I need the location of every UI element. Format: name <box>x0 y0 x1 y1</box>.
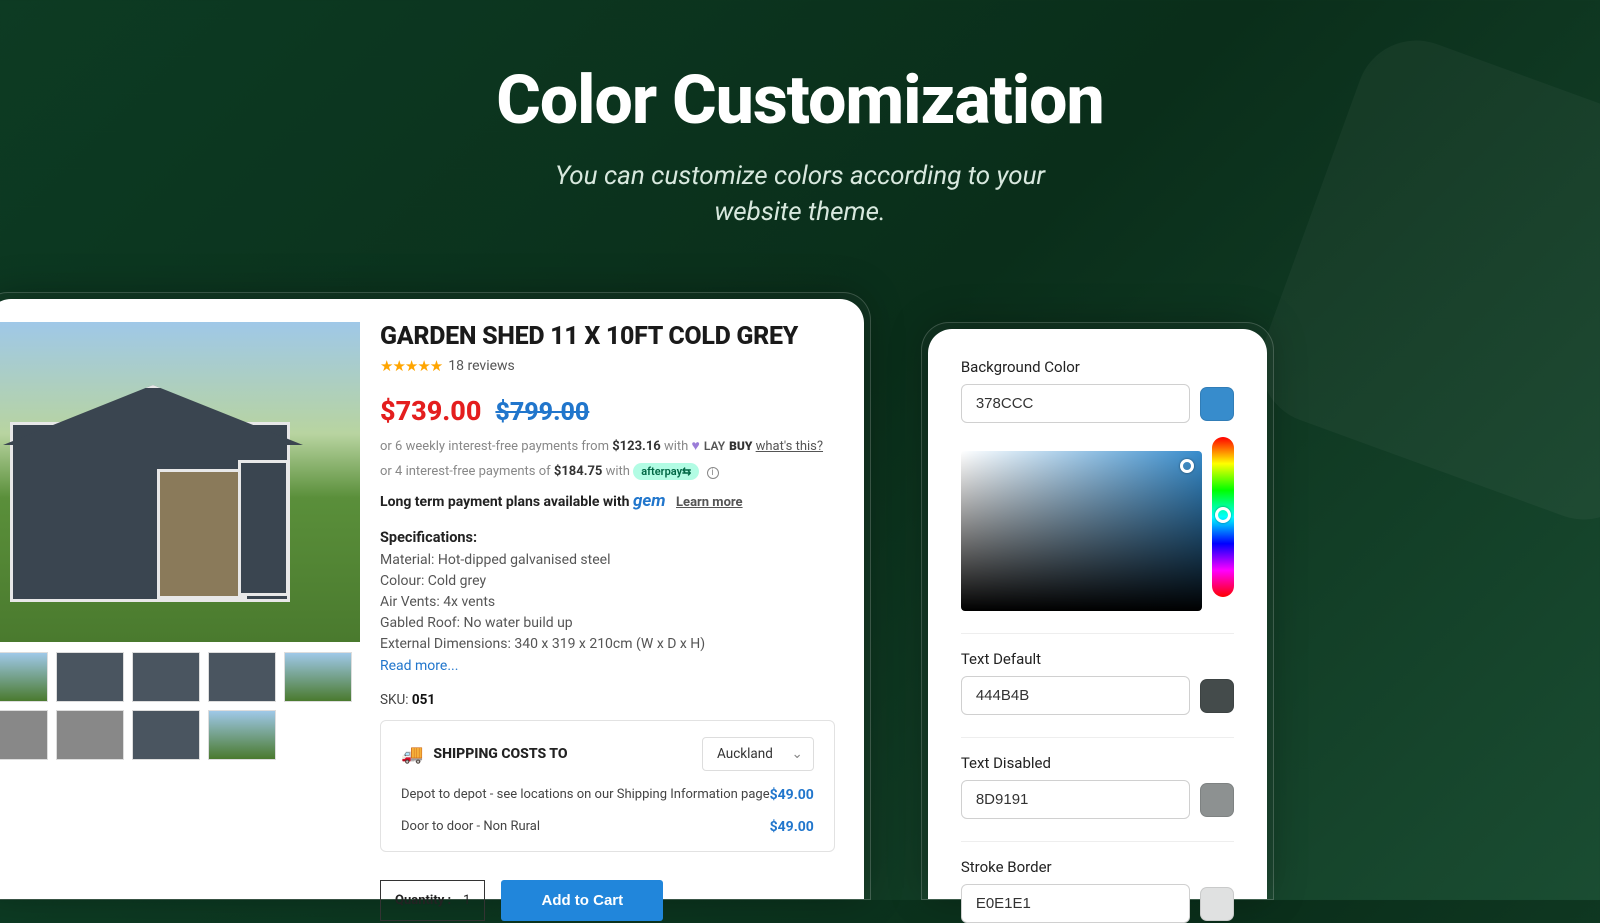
laybuy-line: or 6 weekly interest-free payments from … <box>380 437 835 454</box>
sale-price: $739.00 <box>380 395 481 427</box>
gem-badge: gem <box>633 491 666 511</box>
product-details: GARDEN SHED 11 X 10FT COLD GREY ★★★★★ 18… <box>380 322 835 898</box>
color-field-label: Text Default <box>961 650 1234 668</box>
product-preview-panel: GARDEN SHED 11 X 10FT COLD GREY ★★★★★ 18… <box>0 299 864 899</box>
product-rating: ★★★★★ 18 reviews <box>380 357 835 375</box>
info-icon[interactable]: i <box>707 467 719 479</box>
afterpay-line: or 4 interest-free payments of $184.75 w… <box>380 464 835 479</box>
thumbnail[interactable] <box>132 710 200 760</box>
laybuy-badge: LAYBUY <box>692 437 753 454</box>
divider <box>961 633 1234 634</box>
divider <box>961 841 1234 842</box>
learn-more-link[interactable]: Learn more <box>676 495 743 510</box>
color-swatch[interactable] <box>1200 679 1234 713</box>
spec-line: Gabled Roof: No water build up <box>380 615 835 631</box>
color-settings-panel: Background Color Text Default Text Disab… <box>928 329 1267 899</box>
whats-this-link[interactable]: what's this? <box>756 439 823 454</box>
truck-icon: 🚚 <box>401 744 423 765</box>
review-count: 18 reviews <box>448 358 515 374</box>
read-more-link[interactable]: Read more... <box>380 658 458 674</box>
specs-heading: Specifications: <box>380 529 835 546</box>
product-main-image[interactable] <box>0 322 360 642</box>
quantity-input[interactable]: Quantity : 1 <box>380 880 485 921</box>
color-field: Text Default <box>961 650 1234 715</box>
sku-row: SKU: 051 <box>380 692 835 708</box>
thumbnail[interactable] <box>284 652 352 702</box>
shipping-option: Door to door - Non Rural$49.00 <box>401 819 814 835</box>
hex-input[interactable] <box>961 780 1190 819</box>
afterpay-badge: afterpay⇆ <box>633 463 699 480</box>
spec-line: Material: Hot-dipped galvanised steel <box>380 552 835 568</box>
original-price: $799.00 <box>495 398 589 427</box>
thumbnail[interactable] <box>208 710 276 760</box>
shipping-label: SHIPPING COSTS TO <box>433 746 567 762</box>
spec-line: External Dimensions: 340 x 319 x 210cm (… <box>380 636 835 652</box>
shipping-option: Depot to depot - see locations on our Sh… <box>401 787 814 803</box>
color-field-label: Text Disabled <box>961 754 1234 772</box>
color-field: Text Disabled <box>961 754 1234 819</box>
color-field-label: Stroke Border <box>961 858 1234 876</box>
hex-input[interactable] <box>961 884 1190 923</box>
product-title: GARDEN SHED 11 X 10FT COLD GREY <box>380 322 835 351</box>
divider <box>961 737 1234 738</box>
add-to-cart-button[interactable]: Add to Cart <box>501 880 663 921</box>
picker-cursor[interactable] <box>1180 459 1194 473</box>
hue-cursor[interactable] <box>1215 507 1231 523</box>
product-thumbnails <box>0 652 360 760</box>
color-field: Background Color <box>961 358 1234 611</box>
thumbnail[interactable] <box>56 710 124 760</box>
hex-input[interactable] <box>961 384 1190 423</box>
star-icons: ★★★★★ <box>380 357 442 375</box>
gem-line: Long term payment plans available with g… <box>380 491 835 511</box>
color-swatch[interactable] <box>1200 887 1234 921</box>
saturation-picker[interactable] <box>961 451 1202 611</box>
hue-slider[interactable] <box>1212 437 1234 597</box>
thumbnail[interactable] <box>132 652 200 702</box>
thumbnail[interactable] <box>208 652 276 702</box>
color-swatch[interactable] <box>1200 783 1234 817</box>
thumbnail[interactable] <box>0 710 48 760</box>
color-swatch[interactable] <box>1200 387 1234 421</box>
color-field-label: Background Color <box>961 358 1234 376</box>
location-select[interactable]: Auckland <box>702 737 814 771</box>
color-field: Stroke Border <box>961 858 1234 923</box>
product-gallery <box>0 322 360 898</box>
hex-input[interactable] <box>961 676 1190 715</box>
shipping-box: 🚚 SHIPPING COSTS TO Auckland Depot to de… <box>380 720 835 852</box>
spec-line: Air Vents: 4x vents <box>380 594 835 610</box>
thumbnail[interactable] <box>0 652 48 702</box>
spec-line: Colour: Cold grey <box>380 573 835 589</box>
thumbnail[interactable] <box>56 652 124 702</box>
